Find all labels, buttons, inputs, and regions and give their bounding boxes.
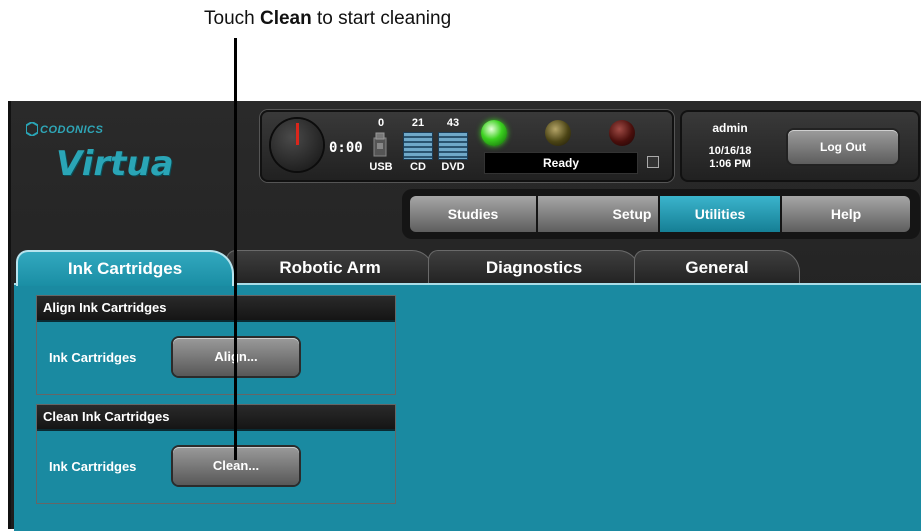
date-value: 10/16/18 xyxy=(708,145,752,157)
logout-button[interactable]: Log Out xyxy=(788,130,898,164)
nav-utilities-label: Utilities xyxy=(694,206,746,222)
align-row-label: Ink Cartridges xyxy=(49,350,137,365)
status-led-icon xyxy=(481,120,507,146)
clean-group-title: Clean Ink Cartridges xyxy=(37,405,395,431)
nav-help-label: Help xyxy=(830,206,862,222)
timer-dial-hand xyxy=(296,123,299,145)
logo-brand: CODONICS xyxy=(40,124,104,136)
date-time: 10/16/18 1:06 PM xyxy=(697,145,763,171)
align-group: Align Ink Cartridges Ink Cartridges Alig… xyxy=(36,295,396,395)
tab-general[interactable]: General xyxy=(634,250,800,285)
cd-count: 21 xyxy=(411,117,425,129)
error-led-icon xyxy=(609,120,635,146)
codonics-logo: CODONICS Virtua xyxy=(26,122,174,184)
nav-setup-label: Setup xyxy=(612,206,652,222)
dvd-label: DVD xyxy=(441,161,465,173)
cd-stack-icon xyxy=(403,132,433,160)
nav-studies-button[interactable]: Studies xyxy=(410,196,536,232)
clean-row-label: Ink Cartridges xyxy=(49,459,137,474)
status-text: Ready xyxy=(484,152,638,174)
callout-prefix: Touch xyxy=(204,8,260,29)
time-value: 1:06 PM xyxy=(709,158,751,170)
callout-suffix: to start cleaning xyxy=(311,8,452,29)
clean-group: Clean Ink Cartridges Ink Cartridges Clea… xyxy=(36,404,396,504)
callout-pointer-line xyxy=(234,38,237,460)
nav-utilities-button[interactable]: Utilities xyxy=(660,196,780,232)
callout-bold: Clean xyxy=(259,8,312,29)
callout-instruction: Touch Clean to start cleaning xyxy=(204,8,451,30)
timer-readout: 0:00 xyxy=(329,140,363,156)
warning-led-icon xyxy=(545,120,571,146)
dvd-stack-icon xyxy=(438,132,468,160)
tab-diagnostics[interactable]: Diagnostics xyxy=(428,250,640,285)
tab-ink-cartridges[interactable]: Ink Cartridges xyxy=(16,250,234,286)
expand-icon[interactable] xyxy=(647,156,659,168)
user-name: admin xyxy=(712,121,748,135)
tab-robotic-arm[interactable]: Robotic Arm xyxy=(226,250,434,285)
usb-label: USB xyxy=(369,161,393,173)
nav-studies-label: Studies xyxy=(447,206,499,222)
app-border xyxy=(8,101,11,529)
logo-product-name: Virtua xyxy=(56,144,174,184)
nav-setup-button[interactable]: Setup xyxy=(538,196,658,232)
cd-label: CD xyxy=(410,161,426,173)
nav-help-button[interactable]: Help xyxy=(782,196,910,232)
hexagon-logo-icon xyxy=(26,122,38,136)
usb-count: 0 xyxy=(377,117,385,129)
usb-icon xyxy=(373,132,387,157)
align-group-title: Align Ink Cartridges xyxy=(37,296,395,322)
dvd-count: 43 xyxy=(446,117,460,129)
